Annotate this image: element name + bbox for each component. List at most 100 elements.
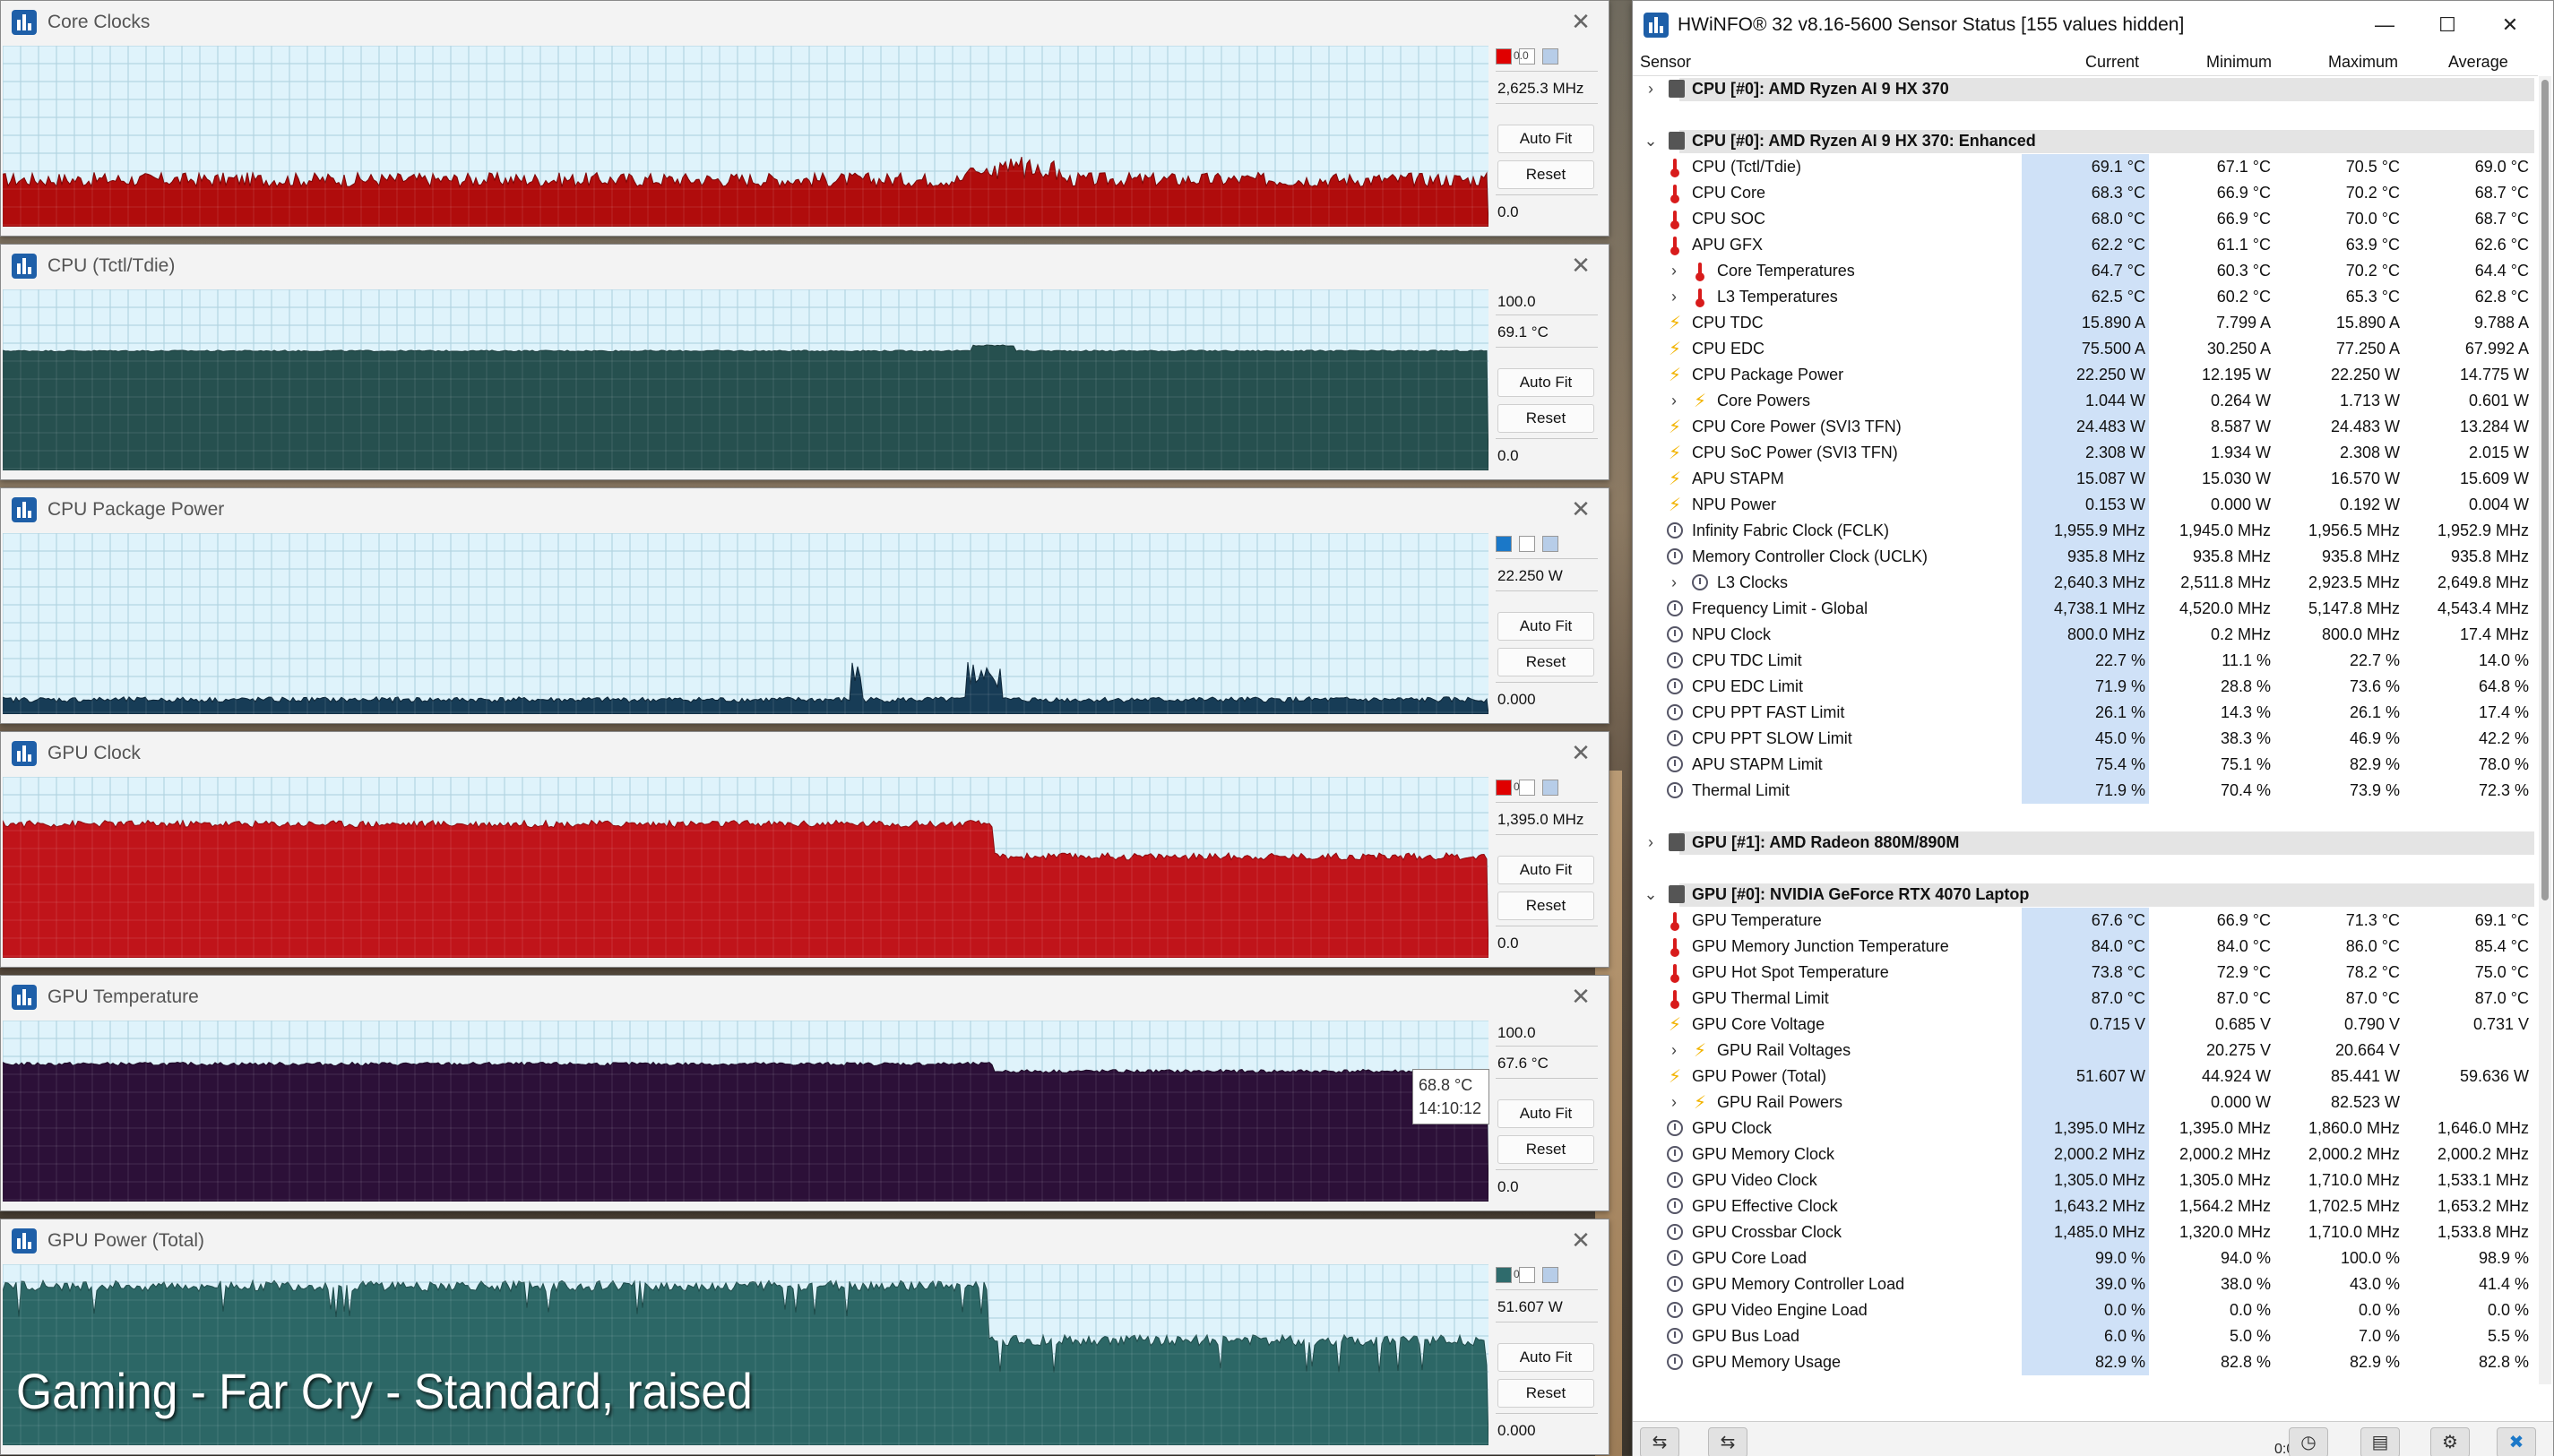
maximize-button[interactable]: ☐ bbox=[2416, 1, 2479, 49]
sensor-row[interactable]: NPU Clock 800.0 MHz 0.2 MHz 800.0 MHz 17.4 M… bbox=[1633, 622, 2538, 648]
close-icon[interactable]: ✕ bbox=[1567, 739, 1594, 766]
auto-fit-button[interactable]: Auto Fit bbox=[1497, 125, 1594, 153]
color-swatch[interactable] bbox=[1542, 1267, 1558, 1283]
col-average[interactable]: Average bbox=[2448, 53, 2508, 72]
close-icon[interactable]: ✕ bbox=[1567, 252, 1594, 279]
sensor-row[interactable]: GPU Thermal Limit 87.0 °C 87.0 °C 87.0 °C 87… bbox=[1633, 986, 2538, 1012]
sensor-row[interactable]: › L3 Temperatures 62.5 °C 60.2 °C 65.3 °C 62.… bbox=[1633, 284, 2538, 310]
sensor-row[interactable]: GPU Memory Usage 82.9 % 82.8 % 82.9 % 82.8 % bbox=[1633, 1349, 2538, 1375]
sensor-row[interactable]: CPU (Tctl/Tdie) 69.1 °C 67.1 °C 70.5 °C 69.0… bbox=[1633, 154, 2538, 180]
sensor-row[interactable]: GPU Clock 1,395.0 MHz 1,395.0 MHz 1,860.0 M… bbox=[1633, 1116, 2538, 1142]
chevron-right-icon[interactable]: › bbox=[1642, 831, 1660, 853]
sensor-row[interactable]: ⚡ APU STAPM 15.087 W 15.030 W 16.570 W 15.609… bbox=[1633, 466, 2538, 492]
color-swatch[interactable] bbox=[1542, 48, 1558, 65]
sensor-row[interactable]: › ⚡ GPU Rail Powers 0.000 W 82.523 W bbox=[1633, 1090, 2538, 1116]
sensor-row[interactable]: GPU Memory Controller Load 39.0 % 38.0 % 43… bbox=[1633, 1271, 2538, 1297]
sensor-group-row[interactable]: › CPU [#0]: AMD Ryzen AI 9 HX 370 bbox=[1633, 76, 2538, 102]
scrollbar-thumb[interactable] bbox=[2541, 80, 2549, 900]
sensor-group-row[interactable]: › GPU [#1]: AMD Radeon 880M/890M bbox=[1633, 830, 2538, 856]
sensor-row[interactable]: ⚡ GPU Power (Total) 51.607 W 44.924 W 85.441… bbox=[1633, 1064, 2538, 1090]
reset-button[interactable]: Reset bbox=[1497, 1135, 1594, 1164]
graph-window[interactable]: Core Clocks ✕ 0.0 2,625.3 MHz Auto Fit R… bbox=[0, 0, 1609, 237]
sensor-row[interactable]: GPU Crossbar Clock 1,485.0 MHz 1,320.0 MHz… bbox=[1633, 1219, 2538, 1245]
sensor-row[interactable]: › Core Temperatures 64.7 °C 60.3 °C 70.2 °C 6… bbox=[1633, 258, 2538, 284]
sensor-row[interactable]: › L3 Clocks 2,640.3 MHz 2,511.8 MHz 2,923.5 … bbox=[1633, 570, 2538, 596]
auto-fit-button[interactable]: Auto Fit bbox=[1497, 612, 1594, 641]
sensor-row[interactable]: APU STAPM Limit 75.4 % 75.1 % 82.9 % 78.0 % bbox=[1633, 752, 2538, 778]
close-icon[interactable]: ✕ bbox=[1567, 8, 1594, 35]
color-swatch[interactable] bbox=[1542, 780, 1558, 796]
color-swatch[interactable] bbox=[1519, 536, 1535, 552]
sensor-row[interactable]: GPU Video Clock 1,305.0 MHz 1,305.0 MHz 1,7… bbox=[1633, 1167, 2538, 1193]
vertical-scrollbar[interactable] bbox=[2539, 76, 2551, 1384]
sensor-row[interactable]: ⚡ CPU EDC 75.500 A 30.250 A 77.250 A 67.992 A bbox=[1633, 336, 2538, 362]
sensor-row[interactable]: GPU Temperature 67.6 °C 66.9 °C 71.3 °C 69.1… bbox=[1633, 908, 2538, 934]
graph-titlebar[interactable]: GPU Clock ✕ bbox=[1, 732, 1609, 775]
reset-button[interactable]: Reset bbox=[1497, 892, 1594, 920]
settings-gear-icon[interactable]: ⚙ bbox=[2430, 1427, 2470, 1456]
color-swatch[interactable] bbox=[1496, 48, 1512, 65]
graph-plot-area[interactable] bbox=[3, 533, 1488, 714]
col-sensor[interactable]: Sensor bbox=[1640, 53, 1691, 72]
sensor-row[interactable]: ⚡ CPU TDC 15.890 A 7.799 A 15.890 A 9.788 A bbox=[1633, 310, 2538, 336]
sensor-row[interactable]: ⚡ NPU Power 0.153 W 0.000 W 0.192 W 0.004 W bbox=[1633, 492, 2538, 518]
reset-button[interactable]: Reset bbox=[1497, 404, 1594, 433]
graph-plot-area[interactable] bbox=[3, 1021, 1488, 1202]
chevron-right-icon[interactable]: › bbox=[1665, 1091, 1683, 1113]
color-swatch[interactable] bbox=[1496, 536, 1512, 552]
sensor-titlebar[interactable]: HWiNFO® 32 v8.16-5600 Sensor Status [155… bbox=[1633, 1, 2553, 49]
clock-icon[interactable]: ◷ bbox=[2289, 1427, 2328, 1456]
sensor-row[interactable]: › ⚡ GPU Rail Voltages 20.275 V 20.664 V bbox=[1633, 1038, 2538, 1064]
auto-fit-button[interactable]: Auto Fit bbox=[1497, 856, 1594, 884]
sensor-row[interactable]: ⚡ CPU Core Power (SVI3 TFN) 24.483 W 8.587 … bbox=[1633, 414, 2538, 440]
sensor-row[interactable]: ⚡ GPU Core Voltage 0.715 V 0.685 V 0.790 V 0.… bbox=[1633, 1012, 2538, 1038]
close-icon[interactable]: ✕ bbox=[1567, 495, 1594, 522]
minimize-button[interactable]: — bbox=[2353, 1, 2416, 49]
reset-button[interactable]: Reset bbox=[1497, 160, 1594, 189]
color-swatch[interactable] bbox=[1519, 1267, 1535, 1283]
chevron-right-icon[interactable]: › bbox=[1665, 572, 1683, 593]
sensor-row[interactable]: Infinity Fabric Clock (FCLK) 1,955.9 MHz 1… bbox=[1633, 518, 2538, 544]
sensor-row[interactable]: ⚡ CPU Package Power 22.250 W 12.195 W 22.250… bbox=[1633, 362, 2538, 388]
sensor-row[interactable]: GPU Memory Junction Temperature 84.0 °C 84… bbox=[1633, 934, 2538, 960]
sensor-row[interactable]: APU GFX 62.2 °C 61.1 °C 63.9 °C 62.6 °C bbox=[1633, 232, 2538, 258]
sensor-row[interactable]: GPU Core Load 99.0 % 94.0 % 100.0 % 98.9 % bbox=[1633, 1245, 2538, 1271]
sensor-row[interactable]: Thermal Limit 71.9 % 70.4 % 73.9 % 72.3 % bbox=[1633, 778, 2538, 804]
auto-fit-button[interactable]: Auto Fit bbox=[1497, 368, 1594, 397]
sensor-row[interactable]: GPU Hot Spot Temperature 73.8 °C 72.9 °C 78… bbox=[1633, 960, 2538, 986]
graph-plot-area[interactable] bbox=[3, 289, 1488, 470]
color-swatch[interactable] bbox=[1519, 780, 1535, 796]
sensor-row[interactable]: CPU PPT SLOW Limit 45.0 % 38.3 % 46.9 % 42.2… bbox=[1633, 726, 2538, 752]
sensor-row[interactable]: CPU PPT FAST Limit 26.1 % 14.3 % 26.1 % 17.4… bbox=[1633, 700, 2538, 726]
graph-titlebar[interactable]: CPU Package Power ✕ bbox=[1, 488, 1609, 531]
graph-window[interactable]: CPU Package Power ✕ 22.250 W Auto Fit Re… bbox=[0, 487, 1609, 724]
graph-titlebar[interactable]: GPU Temperature ✕ bbox=[1, 976, 1609, 1019]
sensor-row[interactable]: Frequency Limit - Global 4,738.1 MHz 4,520… bbox=[1633, 596, 2538, 622]
col-current[interactable]: Current bbox=[2085, 53, 2139, 72]
chevron-right-icon[interactable]: › bbox=[1642, 78, 1660, 99]
chevron-right-icon[interactable]: › bbox=[1665, 1039, 1683, 1061]
sensor-group-row[interactable]: ⌄ GPU [#0]: NVIDIA GeForce RTX 4070 Lapto… bbox=[1633, 882, 2538, 908]
sensor-row[interactable]: GPU Bus Load 6.0 % 5.0 % 7.0 % 5.5 % bbox=[1633, 1323, 2538, 1349]
graph-plot-area[interactable] bbox=[3, 46, 1488, 227]
chevron-right-icon[interactable]: › bbox=[1665, 390, 1683, 411]
sensor-row[interactable]: › ⚡ Core Powers 1.044 W 0.264 W 1.713 W 0.601 … bbox=[1633, 388, 2538, 414]
sensor-row[interactable]: CPU Core 68.3 °C 66.9 °C 70.2 °C 68.7 °C bbox=[1633, 180, 2538, 206]
sensor-group-row[interactable]: ⌄ CPU [#0]: AMD Ryzen AI 9 HX 370: Enhanc… bbox=[1633, 128, 2538, 154]
color-swatch[interactable] bbox=[1496, 1267, 1512, 1283]
reset-button[interactable]: Reset bbox=[1497, 648, 1594, 676]
color-swatch[interactable] bbox=[1496, 780, 1512, 796]
col-maximum[interactable]: Maximum bbox=[2328, 53, 2398, 72]
close-icon[interactable]: ✕ bbox=[1567, 1227, 1594, 1254]
auto-fit-button[interactable]: Auto Fit bbox=[1497, 1099, 1594, 1128]
auto-fit-button[interactable]: Auto Fit bbox=[1497, 1343, 1594, 1372]
sensor-row[interactable]: CPU SOC 68.0 °C 66.9 °C 70.0 °C 68.7 °C bbox=[1633, 206, 2538, 232]
chevron-right-icon[interactable]: › bbox=[1665, 286, 1683, 307]
col-minimum[interactable]: Minimum bbox=[2206, 53, 2272, 72]
nav-arrows-alt-icon[interactable]: ⇆ bbox=[1708, 1427, 1747, 1456]
sensor-row[interactable]: Memory Controller Clock (UCLK) 935.8 MHz 9… bbox=[1633, 544, 2538, 570]
chevron-down-icon[interactable]: ⌄ bbox=[1642, 883, 1660, 905]
report-icon[interactable]: ▤ bbox=[2360, 1427, 2400, 1456]
graph-window[interactable]: CPU (Tctl/Tdie) ✕ 100.0 69.1 °C Auto Fit… bbox=[0, 244, 1609, 480]
reset-button[interactable]: Reset bbox=[1497, 1379, 1594, 1408]
